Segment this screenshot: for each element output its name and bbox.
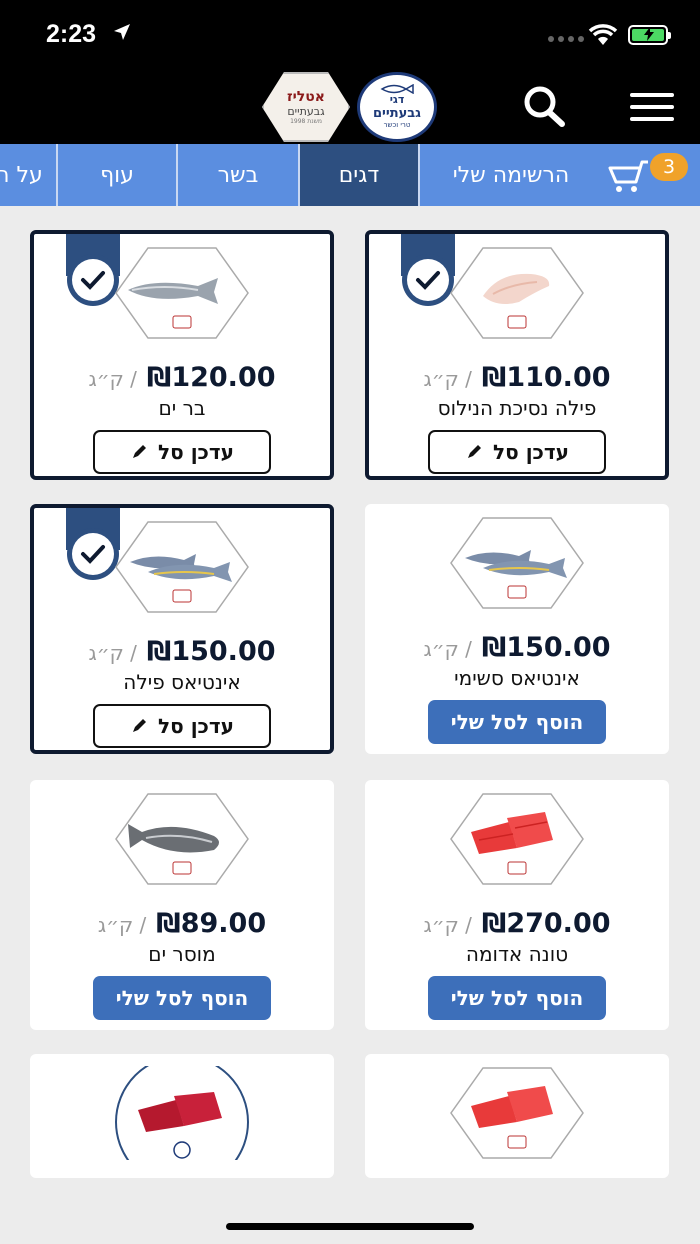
home-indicator[interactable] [226, 1223, 474, 1230]
product-image [114, 246, 250, 340]
update-cart-button[interactable]: עדכן סל [93, 704, 271, 748]
product-name: בר ים [158, 396, 206, 420]
tab-meat[interactable]: בשר [176, 144, 298, 206]
search-icon[interactable] [520, 84, 568, 128]
pencil-icon [468, 445, 482, 458]
unit-label: ק״ג / [423, 367, 472, 391]
add-to-cart-button[interactable]: הוסף לסל שלי [428, 700, 606, 744]
product-card[interactable]: ק״ג / ₪270.00 טונה אדומה הוסף לסל שלי [365, 780, 669, 1030]
product-name: טונה אדומה [465, 942, 569, 966]
product-image [114, 520, 250, 614]
hamburger-menu-icon[interactable] [630, 93, 676, 121]
update-cart-button[interactable]: עדכן סל [428, 430, 606, 474]
update-cart-button[interactable]: עדכן סל [93, 430, 271, 474]
product-card[interactable]: ק״ג / ₪89.00 מוסר ים הוסף לסל שלי [30, 780, 334, 1030]
unit-label: ק״ג / [88, 367, 137, 391]
product-card[interactable] [365, 1054, 669, 1178]
product-price: ₪120.00 [146, 362, 276, 393]
cart-count-badge: 3 [650, 153, 688, 181]
wifi-icon [588, 24, 618, 45]
product-card[interactable] [30, 1054, 334, 1178]
product-image [449, 246, 585, 340]
product-grid: ק״ג / ₪110.00 פילה נסיכת הנילוס עדכן סל … [0, 206, 700, 1178]
product-image [114, 1055, 250, 1178]
product-image [449, 792, 585, 886]
unit-label: ק״ג / [97, 913, 147, 937]
battery-icon [628, 25, 671, 45]
product-price: ₪270.00 [481, 908, 611, 939]
category-tabs: על ה עוף בשר דגים הרשימה שלי 3 [0, 144, 700, 206]
product-name: מוסר ים [148, 942, 216, 966]
tab-chicken[interactable]: עוף [56, 144, 176, 206]
pencil-icon [133, 445, 147, 458]
product-image [114, 792, 250, 886]
product-price: ₪150.00 [146, 636, 276, 667]
product-card[interactable]: ק״ג / ₪120.00 בר ים עדכן סל [30, 230, 334, 480]
tab-about[interactable]: על ה [0, 144, 56, 206]
add-to-cart-button[interactable]: הוסף לסל שלי [93, 976, 271, 1020]
product-image [449, 1066, 585, 1160]
product-name: אינטיאס סשימי [454, 666, 580, 690]
product-name: אינטיאס פילה [123, 670, 241, 694]
add-to-cart-button[interactable]: הוסף לסל שלי [428, 976, 606, 1020]
product-card[interactable]: ק״ג / ₪110.00 פילה נסיכת הנילוס עדכן סל [365, 230, 669, 480]
location-arrow-icon [114, 24, 130, 40]
shopping-cart-icon [608, 160, 648, 192]
cart-button[interactable]: 3 [600, 144, 700, 206]
status-time: 2:23 [46, 20, 97, 48]
tab-fish[interactable]: דגים [298, 144, 418, 206]
product-image [449, 516, 585, 610]
unit-label: ק״ג / [423, 913, 472, 937]
tab-my-list[interactable]: הרשימה שלי [418, 144, 602, 206]
product-name: פילה נסיכת הנילוס [437, 396, 597, 420]
app-header: אטליז גבעתיים משנת 1998 דגי גבעתיים טרי … [0, 66, 700, 144]
product-price: ₪89.00 [156, 908, 267, 939]
product-price: ₪110.00 [481, 362, 611, 393]
pencil-icon [133, 719, 147, 732]
product-price: ₪150.00 [481, 632, 611, 663]
unit-label: ק״ג / [423, 637, 472, 661]
status-bar: 2:23 [0, 0, 700, 66]
product-card[interactable]: ק״ג / ₪150.00 אינטיאס פילה עדכן סל [30, 504, 334, 754]
product-card[interactable]: ק״ג / ₪150.00 אינטיאס סשימי הוסף לסל שלי [365, 504, 669, 754]
butcher-logo[interactable]: אטליז גבעתיים משנת 1998 [262, 72, 350, 142]
signal-icon [548, 36, 584, 42]
fish-logo[interactable]: דגי גבעתיים טרי וכשר [357, 72, 437, 142]
unit-label: ק״ג / [88, 641, 137, 665]
